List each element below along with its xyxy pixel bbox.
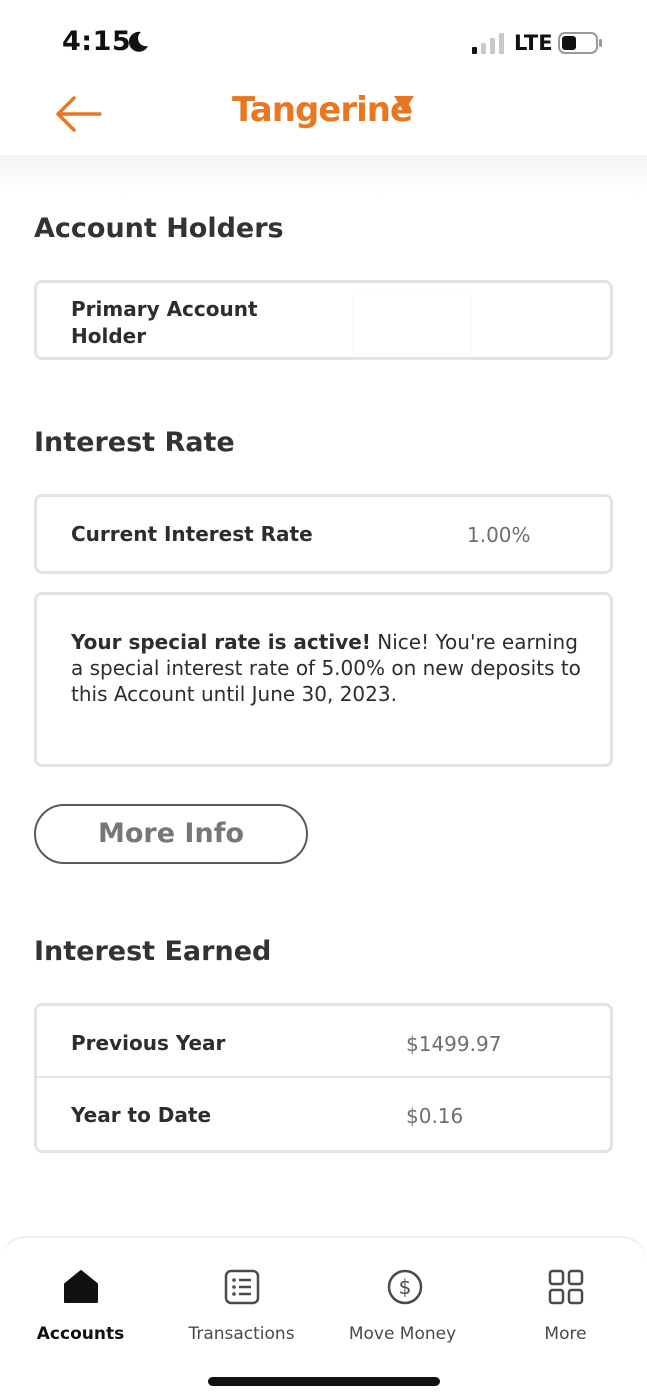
row-divider [37,1076,610,1078]
primary-holder-label-line1: Primary Account [71,297,258,321]
home-indicator [208,1377,440,1386]
tab-more-label: More [544,1324,587,1344]
app-header: Tangerine [0,80,647,155]
year-to-date-value: $0.16 [406,1104,464,1128]
list-icon [224,1269,260,1305]
primary-holder-label: Primary Account Holder [71,296,258,350]
redacted-name [353,289,471,353]
bottom-tab-bar: Accounts Transactions $ Move Money More [0,1236,647,1400]
interest-earned-card: Previous Year $1499.97 Year to Date $0.1… [34,1003,613,1153]
account-holder-card: Primary Account Holder [34,280,613,360]
special-rate-heading: Your special rate is active! [71,630,371,654]
network-label: LTE [514,31,553,55]
tab-accounts[interactable]: Accounts [0,1238,161,1358]
battery-icon [558,32,602,54]
home-icon [64,1270,98,1303]
moon-icon [128,31,148,52]
tab-move-money[interactable]: $ Move Money [322,1238,483,1358]
tab-transactions[interactable]: Transactions [161,1238,322,1358]
header-shadow [0,155,647,195]
tab-move-money-label: Move Money [348,1324,457,1344]
previous-year-value: $1499.97 [406,1032,502,1056]
current-rate-card: Current Interest Rate 1.00% [34,494,613,574]
interest-rate-title: Interest Rate [34,427,235,458]
brand-logo: Tangerine [232,90,413,130]
current-rate-value: 1.00% [467,523,531,547]
tab-transactions-label: Transactions [188,1324,295,1344]
svg-text:$: $ [399,1275,412,1299]
status-time: 4:15 [62,26,132,57]
signal-icon [472,33,504,54]
special-rate-card: Your special rate is active! Nice! You'r… [34,592,613,767]
primary-holder-label-line2: Holder [71,324,147,348]
previous-year-label: Previous Year [71,1031,226,1055]
special-rate-message: Your special rate is active! Nice! You'r… [71,629,583,707]
tab-accounts-label: Accounts [36,1324,125,1344]
dollar-circle-icon: $ [387,1269,423,1305]
grid-icon [548,1269,584,1305]
interest-earned-title: Interest Earned [34,936,272,967]
arrow-left-icon[interactable] [52,92,104,136]
account-holders-title: Account Holders [34,213,284,244]
more-info-button[interactable]: More Info [34,804,308,864]
status-bar: 4:15 LTE [0,0,647,80]
brand-mark-icon [394,96,414,112]
current-rate-label: Current Interest Rate [71,522,313,546]
tab-more[interactable]: More [485,1238,646,1358]
year-to-date-label: Year to Date [71,1103,212,1127]
